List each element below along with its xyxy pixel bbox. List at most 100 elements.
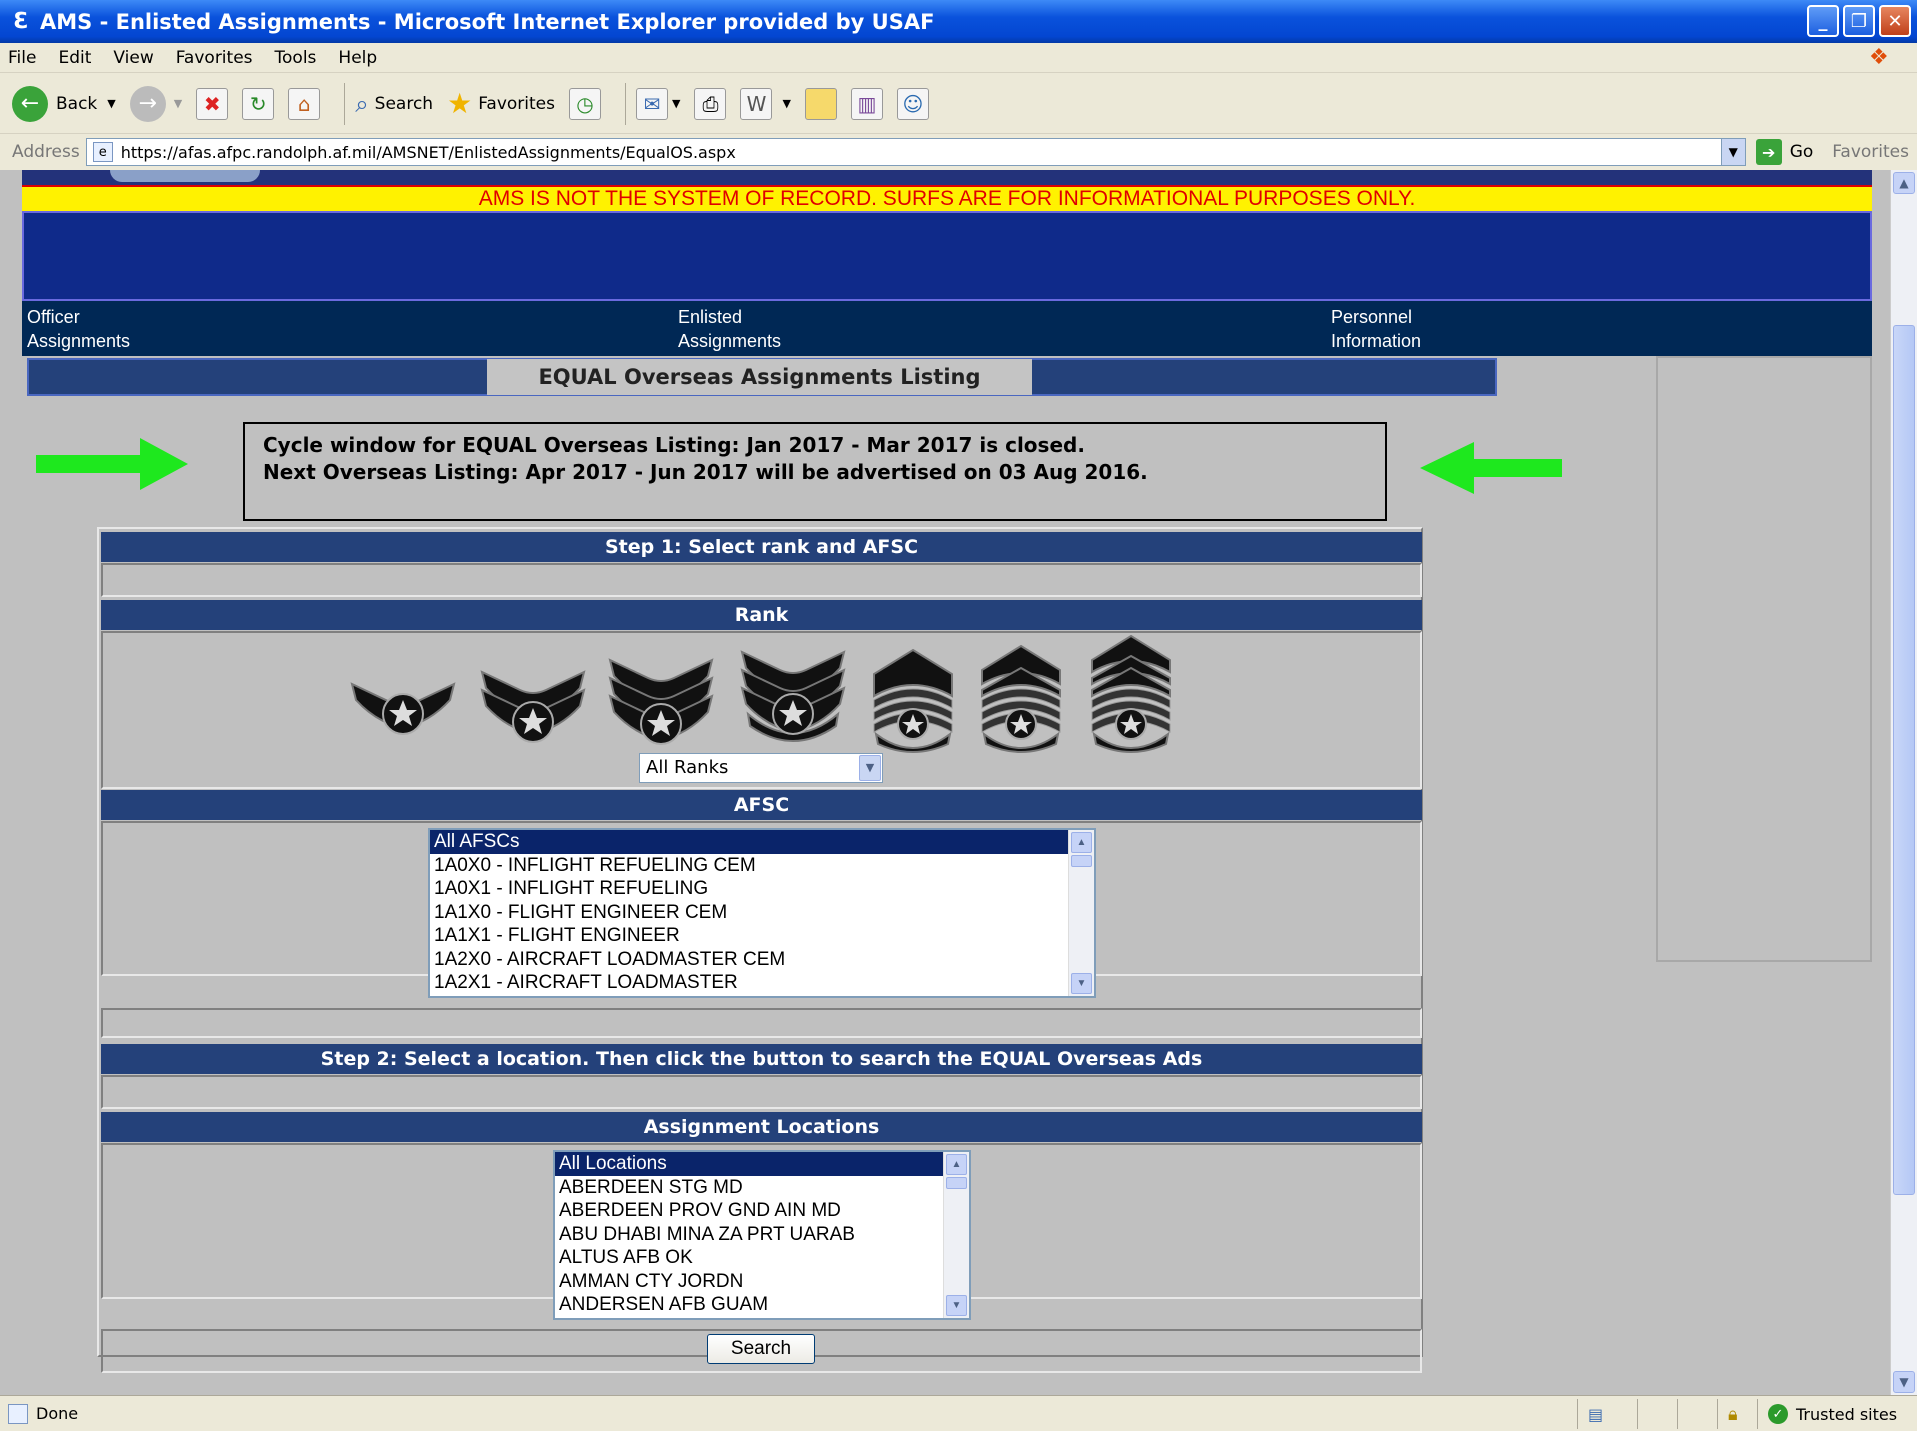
links-favorites[interactable]: Favorites [1832,142,1909,162]
edit-button[interactable]: W ▼ [740,87,791,120]
nav-line: Assignments [27,331,131,351]
menu-file[interactable]: File [8,48,36,68]
afsc-listbox[interactable]: All AFSCs 1A0X0 - INFLIGHT REFUELING CEM… [428,828,1096,998]
banner-image [22,170,1872,185]
home-button[interactable]: ⌂ [288,87,321,120]
menu-view[interactable]: View [113,48,153,68]
rank-insignia-icon [981,644,1061,753]
rank-select[interactable]: All Ranks ▼ [639,753,883,783]
discuss-button[interactable] [804,87,837,120]
list-item[interactable]: All Locations [555,1152,969,1176]
lock-icon[interactable]: 🔒︎ [1728,1404,1738,1425]
address-dropdown-icon[interactable]: ▼ [1720,139,1745,165]
list-item[interactable]: ABERDEEN STG MD [555,1176,969,1200]
nav-line: Officer [27,307,80,327]
list-item[interactable]: ALTUS AFB OK [555,1246,969,1270]
locations-listbox[interactable]: All Locations ABERDEEN STG MD ABERDEEN P… [553,1150,971,1320]
cycle-notice: Cycle window for EQUAL Overseas Listing:… [243,422,1387,521]
rank-selected-value: All Ranks [646,757,729,778]
favorites-toolbar-button[interactable]: ★ Favorites [447,87,555,120]
search-button[interactable]: Search [707,1334,815,1364]
list-item[interactable]: ANDERSEN AFB GUAM [555,1293,969,1317]
list-item[interactable]: 1A2X1 - AIRCRAFT LOADMASTER [430,971,1094,995]
print-button[interactable]: ⎙ [694,87,727,120]
security-zone[interactable]: ✓ Trusted sites [1757,1399,1917,1429]
scroll-up-icon[interactable]: ▲ [946,1154,967,1175]
stop-button[interactable]: ✖ [196,87,229,120]
status-pane [1637,1399,1677,1429]
scroll-up-icon[interactable]: ▲ [1071,832,1092,853]
menu-tools[interactable]: Tools [275,48,317,68]
history-button[interactable]: ◷ [568,87,601,120]
status-text: Done [36,1404,79,1423]
home-icon: ⌂ [288,87,321,120]
afsc-scrollbar[interactable]: ▲ ▼ [1068,830,1094,996]
chevron-down-icon[interactable]: ▼ [859,755,881,781]
nav-line: Information [1331,331,1422,351]
refresh-button[interactable]: ↻ [242,87,275,120]
list-item[interactable]: All AFSCs [430,830,1094,854]
scroll-down-icon[interactable]: ▼ [1893,1371,1915,1393]
nav-personnel-information[interactable]: Personnel Information [1331,305,1531,353]
list-item[interactable]: 1A2X0 - AIRCRAFT LOADMASTER CEM [430,948,1094,972]
rank-header: Rank [101,600,1422,630]
scroll-thumb[interactable] [946,1177,967,1189]
locations-header: Assignment Locations [101,1112,1422,1142]
forward-arrow-icon: → [129,85,166,122]
magnifier-icon: ⌕ [355,89,369,118]
scroll-up-icon[interactable]: ▲ [1893,172,1915,194]
minimize-icon[interactable]: _ [1807,5,1839,37]
spacer-row [101,1008,1422,1038]
go-button[interactable]: ➔ Go [1755,139,1813,165]
printer-icon: ⎙ [694,87,727,120]
status-pane [1677,1399,1717,1429]
rank-insignia-icon [873,648,953,753]
star-icon: ★ [447,87,473,120]
nav-officer-assignments[interactable]: Officer Assignments [27,305,227,353]
window-title-bar: ℇ AMS - Enlisted Assignments - Microsoft… [0,0,1917,43]
scroll-down-icon[interactable]: ▼ [946,1295,967,1316]
popup-blocker-icon: ▤ [1588,1404,1604,1424]
mail-button[interactable]: ✉ ▼ [635,87,680,120]
nav-line: Enlisted [678,307,743,327]
list-item[interactable]: 1A1X0 - FLIGHT ENGINEER CEM [430,901,1094,925]
forward-dropdown-icon[interactable]: ▼ [174,97,182,110]
back-dropdown-icon[interactable]: ▼ [107,97,115,110]
close-icon[interactable]: ✕ [1879,5,1911,37]
menu-edit[interactable]: Edit [58,48,91,68]
menu-help[interactable]: Help [338,48,377,68]
step1-header: Step 1: Select rank and AFSC [101,532,1422,562]
rank-insignia-icon [480,670,586,743]
list-item[interactable]: ABERDEEN PROV GND AIN MD [555,1199,969,1223]
messenger-icon: ☺ [896,87,929,120]
address-input[interactable]: e https://afas.afpc.randolph.af.mil/AMSN… [85,138,1746,166]
green-arrow-right-icon [36,438,188,490]
search-toolbar-button[interactable]: ⌕ Search [355,90,433,118]
list-item[interactable]: 1A0X0 - INFLIGHT REFUELING CEM [430,854,1094,878]
cycle-line-1: Cycle window for EQUAL Overseas Listing:… [263,433,1085,457]
rank-insignia-icon [1091,634,1171,753]
zone-label: Trusted sites [1796,1404,1898,1424]
list-item[interactable]: ABU DHABI MINA ZA PRT UARAB [555,1223,969,1247]
toolbar-separator [624,82,626,125]
messenger-button[interactable]: ☺ [896,87,929,120]
nav-enlisted-assignments[interactable]: Enlisted Assignments [678,305,878,353]
scroll-thumb[interactable] [1893,325,1915,1195]
restore-icon[interactable]: ❐ [1843,5,1875,37]
list-item[interactable]: 1A0X1 - INFLIGHT REFUELING [430,877,1094,901]
edit-dropdown-icon[interactable]: ▼ [782,97,790,110]
browser-toolbar: ← Back ▼ → ▼ ✖ ↻ ⌂ ⌕ Search ★ Favorites … [0,74,1917,134]
scroll-thumb[interactable] [1071,855,1092,867]
research-button[interactable]: ▥ [850,87,883,120]
scroll-down-icon[interactable]: ▼ [1071,973,1092,994]
page-scrollbar[interactable]: ▲ ▼ [1890,170,1917,1395]
list-item[interactable]: AMMAN CTY JORDN [555,1270,969,1294]
mail-dropdown-icon[interactable]: ▼ [672,97,680,110]
forward-button[interactable]: → ▼ [129,85,182,122]
back-button[interactable]: ← Back ▼ [12,85,116,122]
research-icon: ▥ [850,87,883,120]
cycle-line-2: Next Overseas Listing: Apr 2017 - Jun 20… [263,460,1148,484]
menu-favorites[interactable]: Favorites [176,48,253,68]
locations-scrollbar[interactable]: ▲ ▼ [943,1152,969,1318]
list-item[interactable]: 1A1X1 - FLIGHT ENGINEER [430,924,1094,948]
